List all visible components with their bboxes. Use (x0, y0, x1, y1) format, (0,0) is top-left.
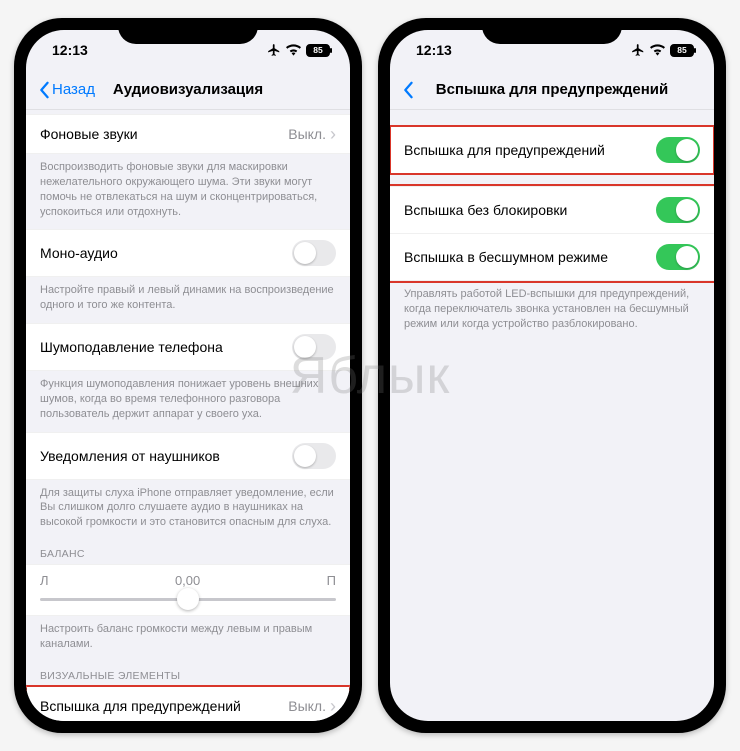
group-1: Вспышка для предупреждений (390, 126, 714, 174)
notch (118, 18, 258, 44)
balance-thumb[interactable] (177, 588, 199, 610)
flash-alerts-toggle-row[interactable]: Вспышка для предупреждений (390, 126, 714, 174)
flash-silent-row[interactable]: Вспышка в бесшумном режиме (390, 234, 714, 281)
back-button[interactable]: Назад (38, 81, 95, 99)
flash-unlocked-toggle[interactable] (656, 197, 700, 223)
settings-content[interactable]: Вспышка для предупреждений Вспышка без б… (390, 110, 714, 721)
back-label: Назад (52, 81, 95, 98)
noise-cancellation-footer: Функция шумоподавления понижает уровень … (26, 371, 350, 432)
notch (482, 18, 622, 44)
headphone-notifications-row[interactable]: Уведомления от наушников (26, 432, 350, 480)
row-label: Уведомления от наушников (40, 448, 220, 464)
mono-audio-footer: Настройте правый и левый динамик на восп… (26, 277, 350, 323)
mono-audio-row[interactable]: Моно-аудио (26, 229, 350, 277)
status-icons: 85 (631, 43, 694, 57)
row-label: Вспышка в бесшумном режиме (404, 249, 608, 265)
phone-right: 12:13 85 Вспышка для предупреждений Вспы… (378, 18, 726, 733)
mono-audio-toggle[interactable] (292, 240, 336, 266)
balance-track[interactable] (40, 598, 336, 601)
screen-right: 12:13 85 Вспышка для предупреждений Вспы… (390, 30, 714, 721)
row-label: Вспышка без блокировки (404, 202, 567, 218)
row-label: Моно-аудио (40, 245, 118, 261)
chevron-icon (330, 125, 336, 143)
chevron-icon (330, 697, 336, 715)
row-label: Вспышка для предупреждений (404, 142, 605, 158)
balance-right: П (327, 573, 336, 588)
flash-alerts-row[interactable]: Вспышка для предупреждений Выкл. (26, 686, 350, 721)
status-time: 12:13 (52, 42, 88, 58)
row-value: Выкл. (288, 697, 336, 715)
headphone-notifications-toggle[interactable] (292, 443, 336, 469)
status-time: 12:13 (416, 42, 452, 58)
flash-footer: Управлять работой LED-вспышки для предуп… (390, 281, 714, 342)
settings-content[interactable]: Фоновые звуки Выкл. Воспроизводить фонов… (26, 110, 350, 721)
group-2: Вспышка без блокировки Вспышка в бесшумн… (390, 186, 714, 281)
flash-unlocked-row[interactable]: Вспышка без блокировки (390, 186, 714, 234)
headphone-notifications-footer: Для защиты слуха iPhone отправляет уведо… (26, 480, 350, 541)
flash-alerts-toggle[interactable] (656, 137, 700, 163)
noise-cancellation-row[interactable]: Шумоподавление телефона (26, 323, 350, 371)
background-sounds-row[interactable]: Фоновые звуки Выкл. (26, 114, 350, 154)
wifi-icon (650, 44, 665, 56)
balance-footer: Настроить баланс громкости между левым и… (26, 616, 350, 662)
status-icons: 85 (267, 43, 330, 57)
wifi-icon (286, 44, 301, 56)
background-sounds-footer: Воспроизводить фоновые звуки для маскиро… (26, 154, 350, 229)
flash-silent-toggle[interactable] (656, 244, 700, 270)
row-label: Вспышка для предупреждений (40, 698, 241, 714)
row-value: Выкл. (288, 125, 336, 143)
row-label: Шумоподавление телефона (40, 339, 223, 355)
nav-bar: Назад Аудиовизуализация (26, 70, 350, 110)
battery-icon: 85 (670, 44, 694, 57)
back-button[interactable] (402, 81, 414, 99)
balance-labels: Л 0,00 П (40, 573, 336, 588)
phone-left: 12:13 85 Назад Аудиовизуализация Фоновые… (14, 18, 362, 733)
page-title: Вспышка для предупреждений (390, 81, 714, 98)
airplane-icon (267, 43, 281, 57)
nav-bar: Вспышка для предупреждений (390, 70, 714, 110)
balance-header: БАЛАНС (26, 540, 350, 564)
balance-left: Л (40, 573, 49, 588)
battery-icon: 85 (306, 44, 330, 57)
airplane-icon (631, 43, 645, 57)
visual-elements-header: ВИЗУАЛЬНЫЕ ЭЛЕМЕНТЫ (26, 662, 350, 686)
noise-cancellation-toggle[interactable] (292, 334, 336, 360)
row-label: Фоновые звуки (40, 126, 138, 142)
screen-left: 12:13 85 Назад Аудиовизуализация Фоновые… (26, 30, 350, 721)
balance-center: 0,00 (175, 573, 200, 588)
balance-slider-row[interactable]: Л 0,00 П (26, 564, 350, 616)
